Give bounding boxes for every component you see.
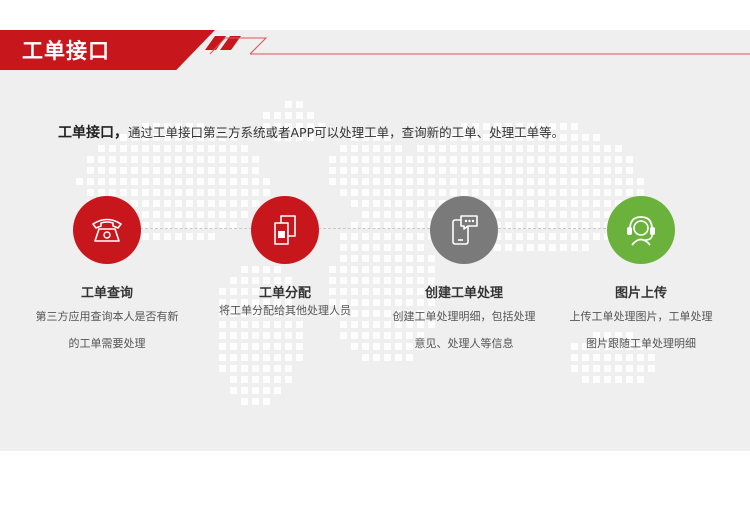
feature-create-processing: 创建工单处理 创建工单处理明细，包括处理 意见、处理人等信息 xyxy=(374,196,554,357)
intro-bold: 工单接口， xyxy=(58,125,128,141)
feature-title: 工单分配 xyxy=(258,286,311,301)
feature-description: 将工单分配给其他处理人员 xyxy=(195,303,375,318)
feature-title: 图片上传 xyxy=(614,286,667,301)
feature-description: 上传工单处理图片，工单处理 图片跟随工单处理明细 xyxy=(551,303,731,357)
intro-text: 工单接口，通过工单接口第三方系统或者APP可以处理工单，查询新的工单、处理工单等… xyxy=(58,122,564,142)
telephone-icon xyxy=(73,196,141,264)
feature-description-line: 图片跟随工单处理明细 xyxy=(586,337,696,350)
intro-body: 通过工单接口第三方系统或者APP可以处理工单，查询新的工单、处理工单等。 xyxy=(128,125,565,140)
feature-description-line: 第三方应用查询本人是否有新 xyxy=(35,310,179,323)
mobile-chat-icon xyxy=(430,196,498,264)
feature-title: 创建工单处理 xyxy=(424,286,503,301)
feature-title: 工单查询 xyxy=(80,286,133,301)
feature-description-line: 意见、处理人等信息 xyxy=(414,337,514,350)
feature-ticket-assign: 工单分配 将工单分配给其他处理人员 xyxy=(195,196,375,318)
feature-description: 第三方应用查询本人是否有新 的工单需要处理 xyxy=(17,303,197,357)
sim-cards-icon xyxy=(251,196,319,264)
feature-description-line: 的工单需要处理 xyxy=(68,337,146,350)
headset-icon xyxy=(607,196,675,264)
page-title: 工单接口 xyxy=(22,39,110,63)
feature-image-upload: 图片上传 上传工单处理图片，工单处理 图片跟随工单处理明细 xyxy=(551,196,731,357)
feature-description-line: 将工单分配给其他处理人员 xyxy=(219,304,351,317)
header-decoration-lines xyxy=(205,36,750,55)
slide: 工单接口 工单接口，通过工单接口第三方系统或者APP可以处理工单，查询新的工单、… xyxy=(0,30,750,451)
feature-description: 创建工单处理明细，包括处理 意见、处理人等信息 xyxy=(374,303,554,357)
feature-description-line: 上传工单处理图片，工单处理 xyxy=(569,310,713,323)
feature-description-line: 创建工单处理明细，包括处理 xyxy=(392,310,536,323)
feature-ticket-query: 工单查询 第三方应用查询本人是否有新 的工单需要处理 xyxy=(17,196,197,357)
